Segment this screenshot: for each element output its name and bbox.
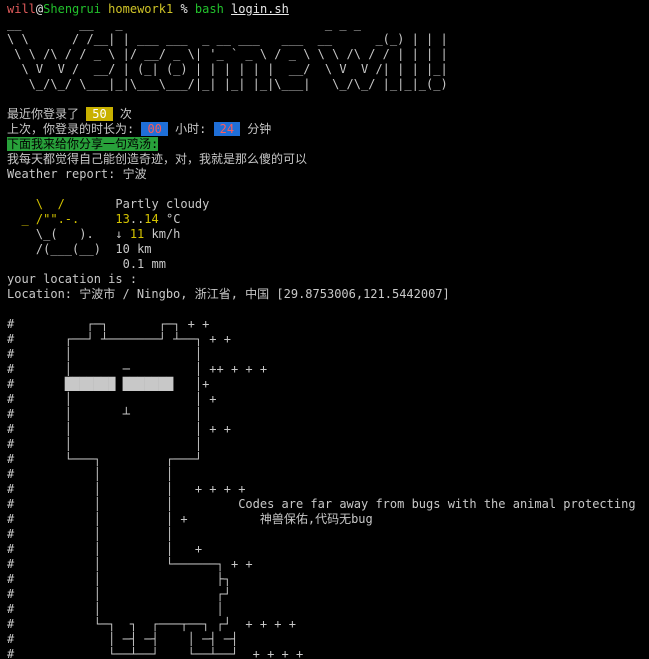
minutes-badge: 24 <box>213 122 241 136</box>
terminal-window[interactable]: will@Shengrui homework1 % bash login.sh … <box>0 0 649 659</box>
hours-badge: 00 <box>141 122 168 136</box>
animal-ascii-art: # ┌─┐ ┌─┐ + + # ┌──┘ ┴───────┘ ┴──┐ + + … <box>7 317 636 659</box>
sun-cloud-art: \ / <box>7 197 87 211</box>
login-count-badge: 50 <box>86 107 113 121</box>
prompt-line-1: will@Shengrui homework1 % bash login.sh <box>7 2 289 16</box>
weather-title: Weather report: 宁波 <box>7 167 147 181</box>
weather-row-wind: \_( ). ↓ 11 km/h <box>7 227 181 241</box>
last-login-line: 上次，你登录的时长为: 00 小时: 24 分钟 <box>7 122 272 136</box>
soup-text: 我每天都觉得自己能创造奇迹，对，我就是那么傻的可以 <box>7 152 308 166</box>
weather-row-temp: _ /"".-. 13..14 °C <box>7 212 181 226</box>
login-count-line: 最近你登录了 50 次 <box>7 107 132 121</box>
weather-row-visibility: /(___(__) 10 km <box>7 242 152 256</box>
location-text: Location: 宁波市 / Ningbo, 浙江省, 中国 [29.8753… <box>7 287 450 301</box>
soup-header: 下面我来给你分享一句鸡汤: <box>7 137 159 151</box>
weather-row-precip: 0.1 mm <box>122 257 166 271</box>
weather-row-condition: \ / Partly cloudy <box>7 197 210 211</box>
wind-arrow-icon: ↓ <box>115 227 130 241</box>
welcome-banner: __ __ _ _ _ _ \ \ / /__| | ___ ___ _ __ … <box>7 17 448 91</box>
location-prompt: your location is : <box>7 272 138 286</box>
